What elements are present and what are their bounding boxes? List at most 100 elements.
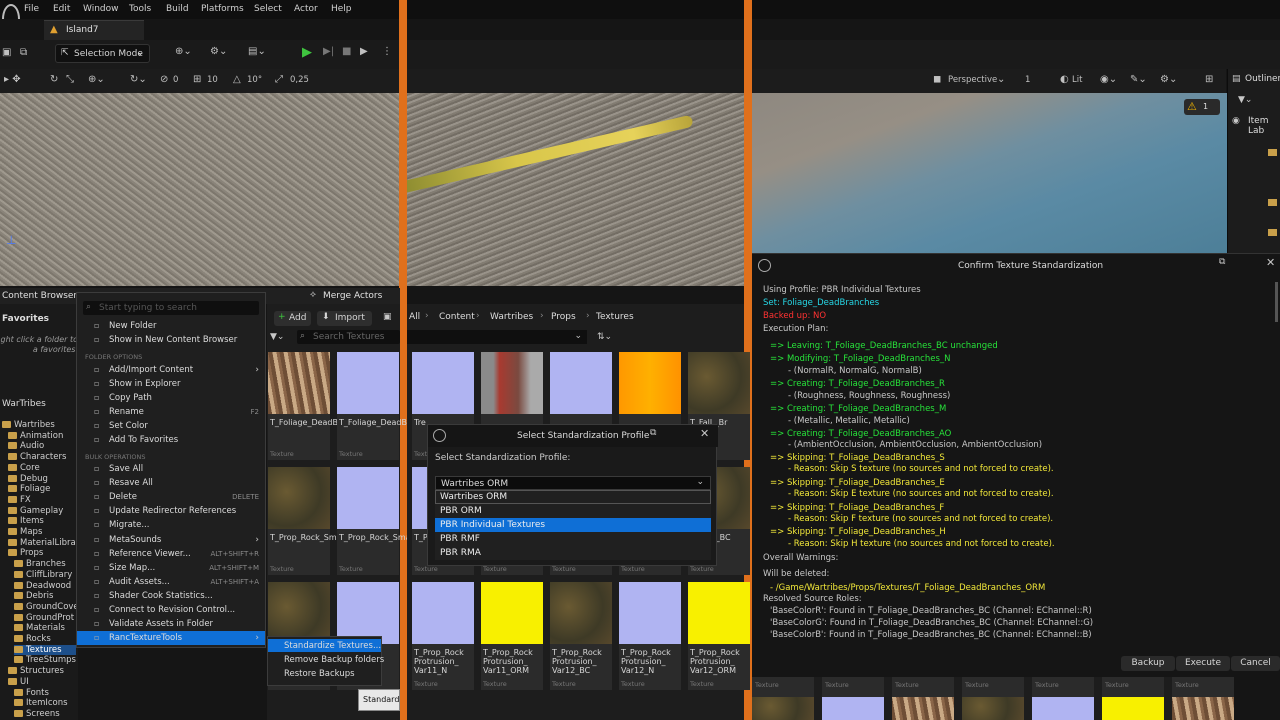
rotation-snap-value[interactable]: 10°: [247, 75, 262, 85]
asset-tile[interactable]: Texture: [1172, 677, 1234, 720]
asset-tile[interactable]: Texture: [1032, 677, 1094, 720]
asset-tile[interactable]: T_Prop_Rock Protrusion_ Var12_ORM Texture: [688, 582, 750, 690]
menu-item-save-all[interactable]: Save All: [109, 464, 143, 474]
breadcrumb-item[interactable]: Textures: [596, 312, 634, 322]
asset-tile[interactable]: T_Prop_Rock_Small1_BC Texture: [268, 467, 366, 575]
import-button[interactable]: ⬇ Import: [317, 311, 372, 326]
tree-item[interactable]: Core: [8, 463, 40, 473]
context-search-input[interactable]: ⌕ Start typing to search: [83, 301, 259, 315]
tree-item[interactable]: MaterialLibra: [8, 538, 76, 548]
submenu-item[interactable]: Standardize Textures...: [284, 641, 381, 651]
backup-button[interactable]: Backup: [1121, 656, 1175, 671]
tree-item[interactable]: GroundProt: [14, 613, 74, 623]
close-icon[interactable]: ✕: [700, 427, 709, 440]
asset-tile[interactable]: Texture: [892, 677, 954, 720]
asset-tile[interactable]: T_Foliage_DeadBranches_N Texture: [337, 352, 449, 460]
submenu-item[interactable]: Remove Backup folders: [284, 655, 384, 665]
tree-item[interactable]: Screens: [14, 709, 60, 719]
menu-item-migrate[interactable]: Migrate...: [109, 520, 149, 530]
grid-snap-value[interactable]: 0: [173, 75, 178, 85]
translate-icon[interactable]: ▸ ✥: [4, 74, 21, 85]
menu-item-size-map[interactable]: Size Map...: [109, 563, 155, 573]
tree-item[interactable]: GroundCove: [14, 602, 79, 612]
menu-item-delete[interactable]: Delete: [109, 492, 137, 502]
tree-item[interactable]: TreeStumps: [14, 655, 76, 665]
profile-select[interactable]: Wartribes ORM ⌄: [435, 476, 711, 490]
menu-item-copy-path[interactable]: Copy Path: [109, 393, 152, 403]
world-icon[interactable]: ⊕⌄: [88, 74, 105, 85]
add-actor-icon[interactable]: ⊕⌄: [175, 46, 192, 57]
tree-item[interactable]: Animation: [8, 431, 63, 441]
menu-actor[interactable]: Actor: [294, 4, 318, 14]
perspective-button[interactable]: Perspective: [948, 75, 997, 85]
menu-item-update-redirector-references[interactable]: Update Redirector References: [109, 506, 236, 516]
scale-icon[interactable]: ⤡: [66, 74, 74, 85]
menu-item-audit-assets[interactable]: Audit Assets...: [109, 577, 170, 587]
tree-item[interactable]: Props: [8, 548, 43, 558]
menu-help[interactable]: Help: [331, 4, 352, 14]
asset-tile[interactable]: Texture: [962, 677, 1024, 720]
more-icon[interactable]: ⋮: [382, 46, 392, 57]
camera-count-value[interactable]: 1: [1025, 75, 1030, 85]
warning-badge[interactable]: ⚠ 1: [1184, 99, 1220, 115]
menu-item-new-folder[interactable]: New Folder: [109, 321, 157, 331]
restore-icon[interactable]: ⧉: [650, 428, 656, 438]
settings-icon[interactable]: ⚙⌄: [1160, 74, 1177, 85]
breadcrumb-item[interactable]: Wartribes: [490, 312, 533, 322]
menu-item-reference-viewer[interactable]: Reference Viewer...: [109, 549, 191, 559]
menu-item-set-color[interactable]: Set Color: [109, 421, 148, 431]
content-browser-tab[interactable]: Content Browser: [2, 291, 77, 301]
menu-item-resave-all[interactable]: Resave All: [109, 478, 153, 488]
save-all-icon[interactable]: ▣: [383, 312, 392, 322]
submenu-item[interactable]: Restore Backups: [284, 669, 355, 679]
tree-item[interactable]: Wartribes: [2, 420, 55, 430]
tree-item[interactable]: Fonts: [14, 688, 49, 698]
tree-item[interactable]: Debris: [14, 591, 53, 601]
breadcrumb-item[interactable]: Content: [439, 312, 475, 322]
save-icon[interactable]: ▣: [2, 47, 11, 58]
scale-snap-value[interactable]: 0,25: [290, 75, 309, 85]
layout-icon[interactable]: ⊞: [1205, 74, 1213, 85]
asset-tile[interactable]: Texture: [1102, 677, 1164, 720]
viewport-right[interactable]: ⚠ 1: [752, 93, 1227, 253]
asset-tile[interactable]: Texture: [752, 677, 814, 720]
menu-build[interactable]: Build: [166, 4, 189, 14]
tree-item[interactable]: UI: [8, 677, 29, 687]
cancel-button[interactable]: Cancel: [1231, 656, 1280, 671]
viewport-middle[interactable]: [407, 93, 744, 286]
menu-window[interactable]: Window: [83, 4, 119, 14]
tree-item[interactable]: Gameplay: [8, 506, 63, 516]
cinematics-icon[interactable]: ▤⌄: [248, 46, 266, 57]
asset-search-input[interactable]: ⌕ Search Textures: [297, 330, 400, 344]
tree-item[interactable]: Textures: [14, 644, 76, 655]
menu-item-rename[interactable]: Rename: [109, 407, 144, 417]
add-button[interactable]: + Add: [274, 311, 311, 326]
tree-item[interactable]: Structures: [8, 666, 64, 676]
menu-platforms[interactable]: Platforms: [201, 4, 244, 14]
eject-icon[interactable]: ▶: [360, 46, 368, 57]
asset-tile[interactable]: T_Prop_Rock Protrusion_ Var12_N Texture: [619, 582, 681, 690]
content-icon[interactable]: ⧉: [20, 47, 27, 58]
breadcrumb-item[interactable]: Props: [551, 312, 576, 322]
asset-tile[interactable]: T_Prop_Rock Protrusion_ Var11_N Texture: [412, 582, 474, 690]
tree-item[interactable]: FX: [8, 495, 31, 505]
menu-item-add-import-content[interactable]: Add/Import Content: [109, 365, 193, 375]
menu-item-metasounds[interactable]: MetaSounds: [109, 535, 161, 545]
menu-select[interactable]: Select: [254, 4, 282, 14]
camera-icon[interactable]: ◼: [933, 74, 941, 85]
menu-tools[interactable]: Tools: [129, 4, 151, 14]
tree-item[interactable]: Foliage: [8, 484, 50, 494]
step-icon[interactable]: ▶|: [323, 46, 334, 57]
menu-item-validate-assets-in-folder[interactable]: Validate Assets in Folder: [109, 619, 213, 629]
tree-item[interactable]: Branches: [14, 559, 66, 569]
tree-item[interactable]: ItemIcons: [14, 698, 68, 708]
tree-item[interactable]: Audio: [8, 441, 44, 451]
merge-actors-tab[interactable]: Merge Actors: [323, 291, 382, 301]
asset-tile[interactable]: T_Prop_Rock Protrusion_ Var11_ORM Texture: [481, 582, 543, 690]
show-flags-icon[interactable]: ◉⌄: [1100, 74, 1117, 85]
menu-file[interactable]: File: [24, 4, 39, 14]
breadcrumb-item[interactable]: All: [409, 312, 420, 322]
surface-snap-icon[interactable]: ↻⌄: [130, 74, 147, 85]
execute-button[interactable]: Execute: [1176, 656, 1230, 671]
tree-item[interactable]: Maps: [8, 527, 42, 537]
